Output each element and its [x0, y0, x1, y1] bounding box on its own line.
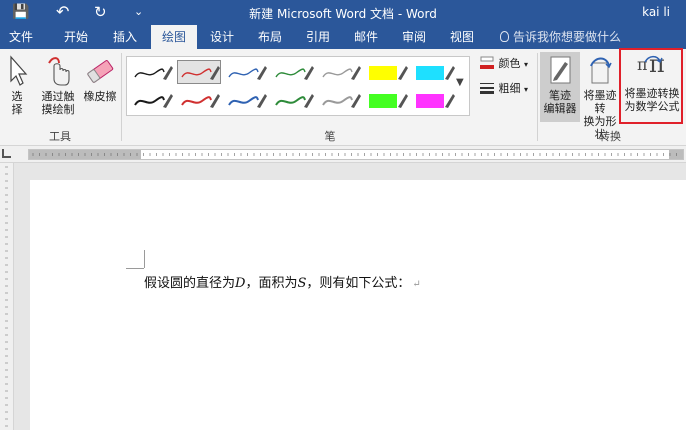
text-suffix: ，则有如下公式： [306, 276, 411, 291]
pen-swatch[interactable] [177, 60, 221, 84]
pens-group-label: 笔 [324, 130, 336, 143]
ruler-ticks [32, 153, 677, 156]
ink-to-shape-icon [590, 57, 612, 84]
tab-draw[interactable]: 绘图 [151, 25, 197, 49]
highlight-annotation [619, 48, 683, 124]
pen-thickness-label: 粗细 [498, 82, 521, 95]
chevron-down-icon: ▾ [524, 60, 529, 69]
pen-thickness-button[interactable]: 粗细 ▾ [479, 80, 528, 96]
pen-icon [228, 66, 267, 80]
tab-layout[interactable]: 布局 [250, 25, 290, 49]
pen-icon [322, 94, 361, 108]
pen-icon [181, 94, 220, 108]
pen-swatch[interactable] [318, 88, 362, 112]
pen-icon [275, 66, 314, 80]
window-title: 新建 Microsoft Word 文档 - Word [249, 7, 437, 21]
lightbulb-icon [500, 31, 509, 42]
pen-swatch[interactable] [271, 88, 315, 112]
gallery-expand-icon[interactable]: ▼ [456, 77, 464, 88]
variable-d: D [235, 276, 246, 291]
touch-label-2: 摸绘制 [41, 103, 75, 116]
document-area: 假设圆的直径为D，面积为S，则有如下公式： ↵ [0, 163, 686, 430]
highlighter-icon [416, 94, 455, 108]
draw-with-touch-button[interactable]: 通过触 摸绘制 [38, 55, 78, 116]
title-bar: 💾 ↶ ↻ ⌄ 新建 Microsoft Word 文档 - Word kai … [0, 0, 686, 25]
ink-to-shape-label-1: 将墨迹转 [583, 89, 617, 115]
pen-swatch[interactable] [224, 60, 268, 84]
pen-color-label: 颜色 [498, 57, 521, 70]
pen-icon [134, 66, 173, 80]
vertical-ruler[interactable] [0, 163, 14, 430]
highlighter-icon [416, 66, 455, 80]
horizontal-ruler-row [0, 146, 686, 163]
pen-icon [322, 66, 361, 80]
ribbon-draw: 选 择 通过触 摸绘制 橡皮擦 工具 ▼ 颜色 ▾ 粗细 ▾ 笔 笔迹 编辑器 … [0, 49, 686, 146]
pen-color-button[interactable]: 颜色 ▾ [479, 55, 528, 71]
tab-references[interactable]: 引用 [298, 25, 338, 49]
user-name[interactable]: kai li [642, 5, 670, 19]
pen-gallery[interactable] [126, 56, 470, 116]
pen-swatch[interactable] [130, 88, 174, 112]
tab-stop-selector[interactable] [2, 149, 11, 158]
tell-me-label: 告诉我你想要做什么 [513, 30, 622, 44]
touch-label-1: 通过触 [41, 90, 75, 103]
tools-group-label: 工具 [49, 130, 71, 143]
text-prefix: 假设圆的直径为 [144, 276, 236, 291]
chevron-down-icon: ▾ [524, 85, 529, 94]
pen-icon [181, 66, 220, 80]
line-thickness-icon [480, 83, 494, 94]
horizontal-ruler[interactable] [28, 149, 684, 160]
cursor-arrow-icon [10, 55, 28, 86]
tab-design[interactable]: 设计 [202, 25, 242, 49]
pen-swatch[interactable] [177, 88, 221, 112]
highlighter-icon [369, 94, 408, 108]
group-divider [537, 53, 538, 141]
pen-swatch[interactable] [365, 88, 409, 112]
pen-swatch[interactable] [412, 60, 456, 84]
tab-file[interactable]: 文件 [2, 25, 40, 49]
pen-swatch[interactable] [318, 60, 362, 84]
tab-home[interactable]: 开始 [54, 25, 98, 49]
pen-swatch[interactable] [224, 88, 268, 112]
ink-editor-label-2: 编辑器 [543, 102, 577, 115]
crop-mark [144, 250, 145, 268]
pen-color-icon [480, 56, 494, 69]
tell-me-search[interactable]: 告诉我你想要做什么 [500, 25, 621, 49]
document-page[interactable]: 假设圆的直径为D，面积为S，则有如下公式： ↵ [30, 180, 686, 430]
ribbon-tabs: 文件 开始 插入 绘图 设计 布局 引用 邮件 审阅 视图 告诉我你想要做什么 [0, 25, 686, 49]
touch-draw-hand-icon [48, 57, 70, 86]
eraser-button[interactable]: 橡皮擦 [82, 55, 118, 103]
eraser-label: 橡皮擦 [83, 90, 117, 103]
pen-icon [134, 94, 173, 108]
pen-swatch[interactable] [365, 60, 409, 84]
select-label-2: 择 [11, 103, 23, 116]
ink-editor-button[interactable]: 笔迹 编辑器 [540, 54, 580, 115]
tab-view[interactable]: 视图 [442, 25, 482, 49]
tab-review[interactable]: 审阅 [394, 25, 434, 49]
select-label-1: 选 [11, 90, 23, 103]
ink-editor-icon [550, 56, 571, 84]
highlighter-icon [369, 66, 408, 80]
pen-swatch[interactable] [412, 88, 456, 112]
document-paragraph[interactable]: 假设圆的直径为D，面积为S，则有如下公式： ↵ [144, 272, 421, 291]
eraser-icon [87, 60, 114, 83]
paragraph-mark: ↵ [412, 279, 421, 290]
pen-icon [228, 94, 267, 108]
select-button[interactable]: 选 择 [2, 55, 32, 116]
pen-swatch[interactable] [271, 60, 315, 84]
pen-swatch[interactable] [130, 60, 174, 84]
text-mid: ，面积为 [245, 276, 298, 291]
convert-group-label: 转换 [599, 130, 621, 143]
vertical-ruler-ticks [5, 166, 8, 427]
pen-icon [275, 94, 314, 108]
crop-mark [126, 268, 144, 269]
tab-insert[interactable]: 插入 [104, 25, 146, 49]
ink-editor-label-1: 笔迹 [549, 89, 571, 102]
tab-mailings[interactable]: 邮件 [346, 25, 386, 49]
group-divider [121, 53, 122, 141]
